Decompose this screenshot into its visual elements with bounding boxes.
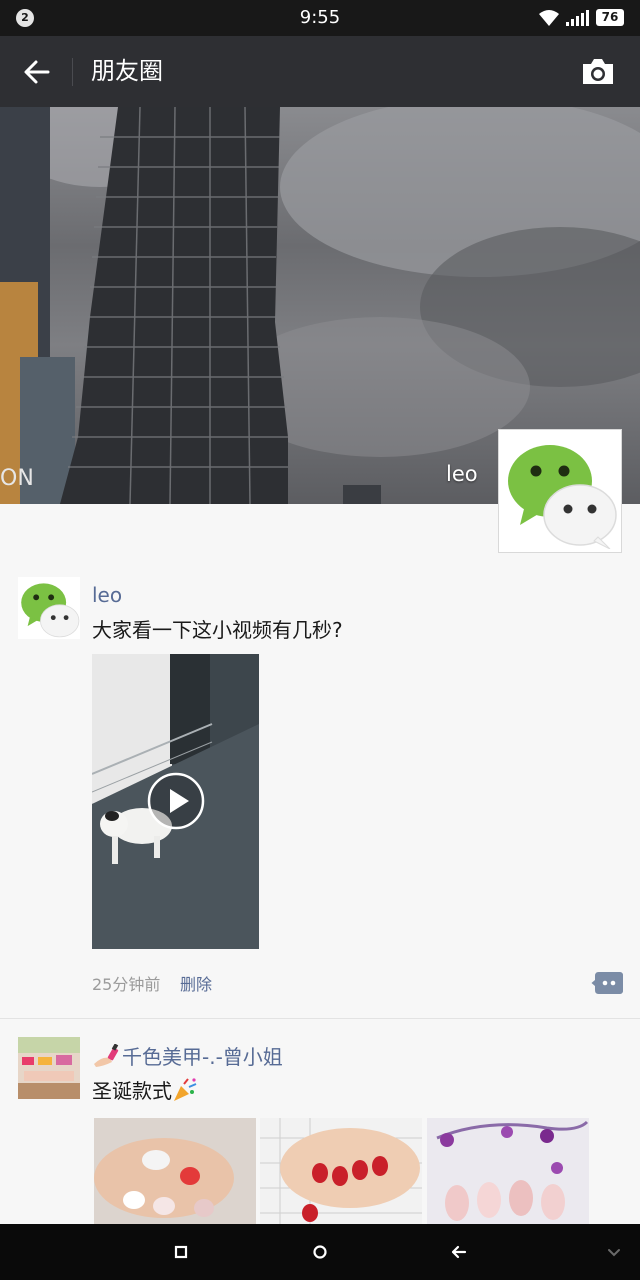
home-icon[interactable] xyxy=(306,1238,334,1266)
post-photo[interactable] xyxy=(260,1118,422,1228)
camera-icon[interactable] xyxy=(580,56,616,88)
wifi-icon xyxy=(539,10,559,26)
page-title: 朋友圈 xyxy=(91,57,163,85)
nail-photo-2 xyxy=(260,1118,422,1228)
nav-divider xyxy=(72,58,73,86)
signal-icon xyxy=(566,10,589,26)
post-text: 大家看一下这小视频有几秒? xyxy=(92,618,343,642)
chevron-down-icon[interactable] xyxy=(600,1238,628,1266)
recent-apps-icon[interactable] xyxy=(167,1238,195,1266)
video-thumbnail[interactable] xyxy=(92,654,259,949)
post-text-content: 圣诞款式 xyxy=(92,1079,172,1103)
post-username-text[interactable]: 千色美甲-.-曾小姐 xyxy=(122,1045,283,1069)
post-text: 圣诞款式 xyxy=(92,1075,198,1104)
wechat-logo-icon xyxy=(508,445,617,550)
back-arrow-icon[interactable] xyxy=(22,57,52,87)
nail-photo-1 xyxy=(94,1118,256,1228)
nail-photo-3 xyxy=(427,1118,589,1228)
post-timestamp: 25分钟前 xyxy=(92,975,161,994)
post-divider xyxy=(0,1018,640,1019)
comment-menu-icon[interactable] xyxy=(591,972,623,994)
status-bar: 2 9:55 76 xyxy=(0,0,640,36)
cover-username[interactable]: leo xyxy=(446,462,478,486)
delete-button[interactable]: 删除 xyxy=(180,971,212,995)
play-icon[interactable] xyxy=(146,771,206,831)
post-photo[interactable] xyxy=(94,1118,256,1228)
back-nav-icon[interactable] xyxy=(445,1238,473,1266)
system-nav-bar xyxy=(0,1224,640,1280)
avatar-image xyxy=(18,1037,80,1099)
wechat-logo-icon xyxy=(18,577,80,639)
party-popper-emoji-icon xyxy=(172,1078,198,1102)
nav-bar: 朋友圈 xyxy=(0,36,640,107)
post-username[interactable]: leo xyxy=(92,583,122,607)
post-photo[interactable] xyxy=(427,1118,589,1228)
cover-avatar[interactable] xyxy=(498,429,622,553)
nail-polish-emoji-icon xyxy=(92,1043,122,1068)
svg-text:ON: ON xyxy=(0,466,34,491)
battery-icon: 76 xyxy=(596,9,624,26)
post-username[interactable]: 千色美甲-.-曾小姐 xyxy=(92,1041,283,1070)
post-avatar[interactable] xyxy=(18,577,80,639)
post-avatar[interactable] xyxy=(18,1037,80,1099)
